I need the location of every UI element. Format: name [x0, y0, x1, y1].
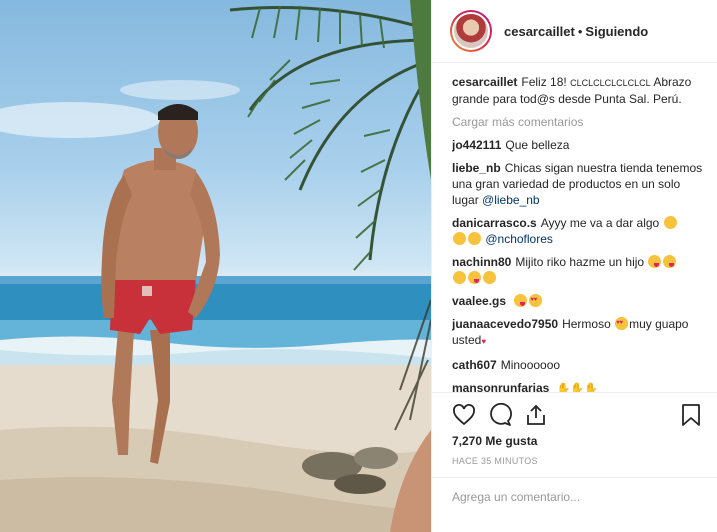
bookmark-icon[interactable] — [680, 403, 702, 427]
comment-text: Ayyy me va a dar algo — [540, 216, 660, 230]
comment-item: vaalee.gs — [452, 292, 704, 309]
comment-text: Que belleza — [505, 138, 570, 152]
comment-input[interactable]: Agrega un comentario... — [452, 490, 580, 504]
share-icon[interactable] — [524, 403, 548, 427]
comment-username[interactable]: liebe_nb — [452, 161, 501, 175]
smile-emoji-icon — [468, 232, 481, 245]
follow-status-button[interactable]: Siguiendo — [585, 24, 648, 39]
separator-dot: • — [577, 23, 583, 39]
caption-username[interactable]: cesarcaillet — [452, 75, 517, 89]
smile-emoji-icon — [453, 232, 466, 245]
comment-item: juanaacevedo7950Hermoso muy guapo usted♥ — [452, 315, 704, 350]
load-more-comments-button[interactable]: Cargar más comentarios — [452, 114, 704, 130]
comment-text: Mijito riko hazme un hijo — [515, 255, 645, 269]
kiss-emoji-icon — [663, 255, 677, 268]
smile-emoji-icon — [453, 271, 466, 284]
heart-eyes-emoji-icon — [529, 292, 543, 308]
grin-emoji-icon — [483, 271, 496, 284]
beach-scene — [0, 0, 431, 532]
comment-item: danicarrasco.s Ayyy me va a dar algo @nch… — [452, 215, 704, 247]
likes-count[interactable]: 7,270 Me gusta — [452, 434, 537, 448]
comment-username[interactable]: danicarrasco.s — [452, 216, 537, 230]
comment-item: cath607 Minoooooo — [452, 357, 704, 373]
post-viewer: cesarcaillet • Siguiendo cesarcaillet Feliz… — [0, 0, 717, 532]
heart-emoji-icon: ♥ — [481, 337, 487, 346]
kiss-emoji-icon — [648, 255, 662, 268]
comment-username[interactable]: mansonrunfarias — [452, 381, 549, 392]
post-header: cesarcaillet • Siguiendo — [432, 0, 717, 63]
comments-list[interactable]: cesarcaillet Feliz 18! CLCLCLCLCLCLCL Abr… — [452, 74, 704, 392]
comment-icon[interactable] — [488, 403, 512, 427]
smile-emoji-icon — [663, 216, 677, 229]
avatar[interactable] — [450, 10, 492, 52]
post-photo[interactable] — [0, 0, 431, 532]
post-timestamp[interactable]: HACE 35 MINUTOS — [452, 456, 538, 466]
comment-text-a: Hermoso — [562, 317, 611, 331]
comment-username[interactable]: vaalee.gs — [452, 294, 506, 308]
tongue-emoji-icon — [514, 294, 528, 307]
clap-emoji-icon: ✋✋✋ — [556, 383, 598, 392]
comment-mention-link[interactable]: @nchoflores — [485, 232, 553, 246]
add-comment-area: Agrega un comentario... — [432, 477, 717, 532]
caption: cesarcaillet Feliz 18! CLCLCLCLCLCLCL Abr… — [452, 74, 704, 107]
comment-item: mansonrunfarias ✋✋✋ — [452, 380, 704, 392]
heart-icon[interactable] — [452, 403, 476, 427]
comment-item: jo442111 Que belleza — [452, 137, 704, 153]
comment-item: liebe_nb Chicas sigan nuestra tienda tene… — [452, 160, 704, 208]
post-side-panel: cesarcaillet • Siguiendo cesarcaillet Feliz… — [431, 0, 717, 532]
comment-username[interactable]: juanaacevedo7950 — [452, 317, 558, 331]
action-icons — [452, 403, 548, 427]
comment-username[interactable]: nachinn80 — [452, 255, 511, 269]
comment-mention-link[interactable]: @liebe_nb — [482, 193, 540, 207]
tongue-emoji-icon — [468, 271, 481, 284]
caption-text-a: Feliz 18! — [521, 75, 567, 89]
comment-username[interactable]: cath607 — [452, 358, 497, 372]
author-username[interactable]: cesarcaillet — [504, 24, 575, 39]
header-text: cesarcaillet • Siguiendo — [504, 24, 648, 39]
avatar-image — [452, 12, 490, 50]
comment-item: nachinn80 Mijito riko hazme un hijo — [452, 254, 704, 286]
heart-eyes-emoji-icon — [615, 315, 629, 331]
comment-username[interactable]: jo442111 — [452, 138, 501, 152]
caption-text-b: CLCLCLCLCLCLCL — [570, 78, 651, 88]
comment-text: Minoooooo — [500, 358, 561, 372]
